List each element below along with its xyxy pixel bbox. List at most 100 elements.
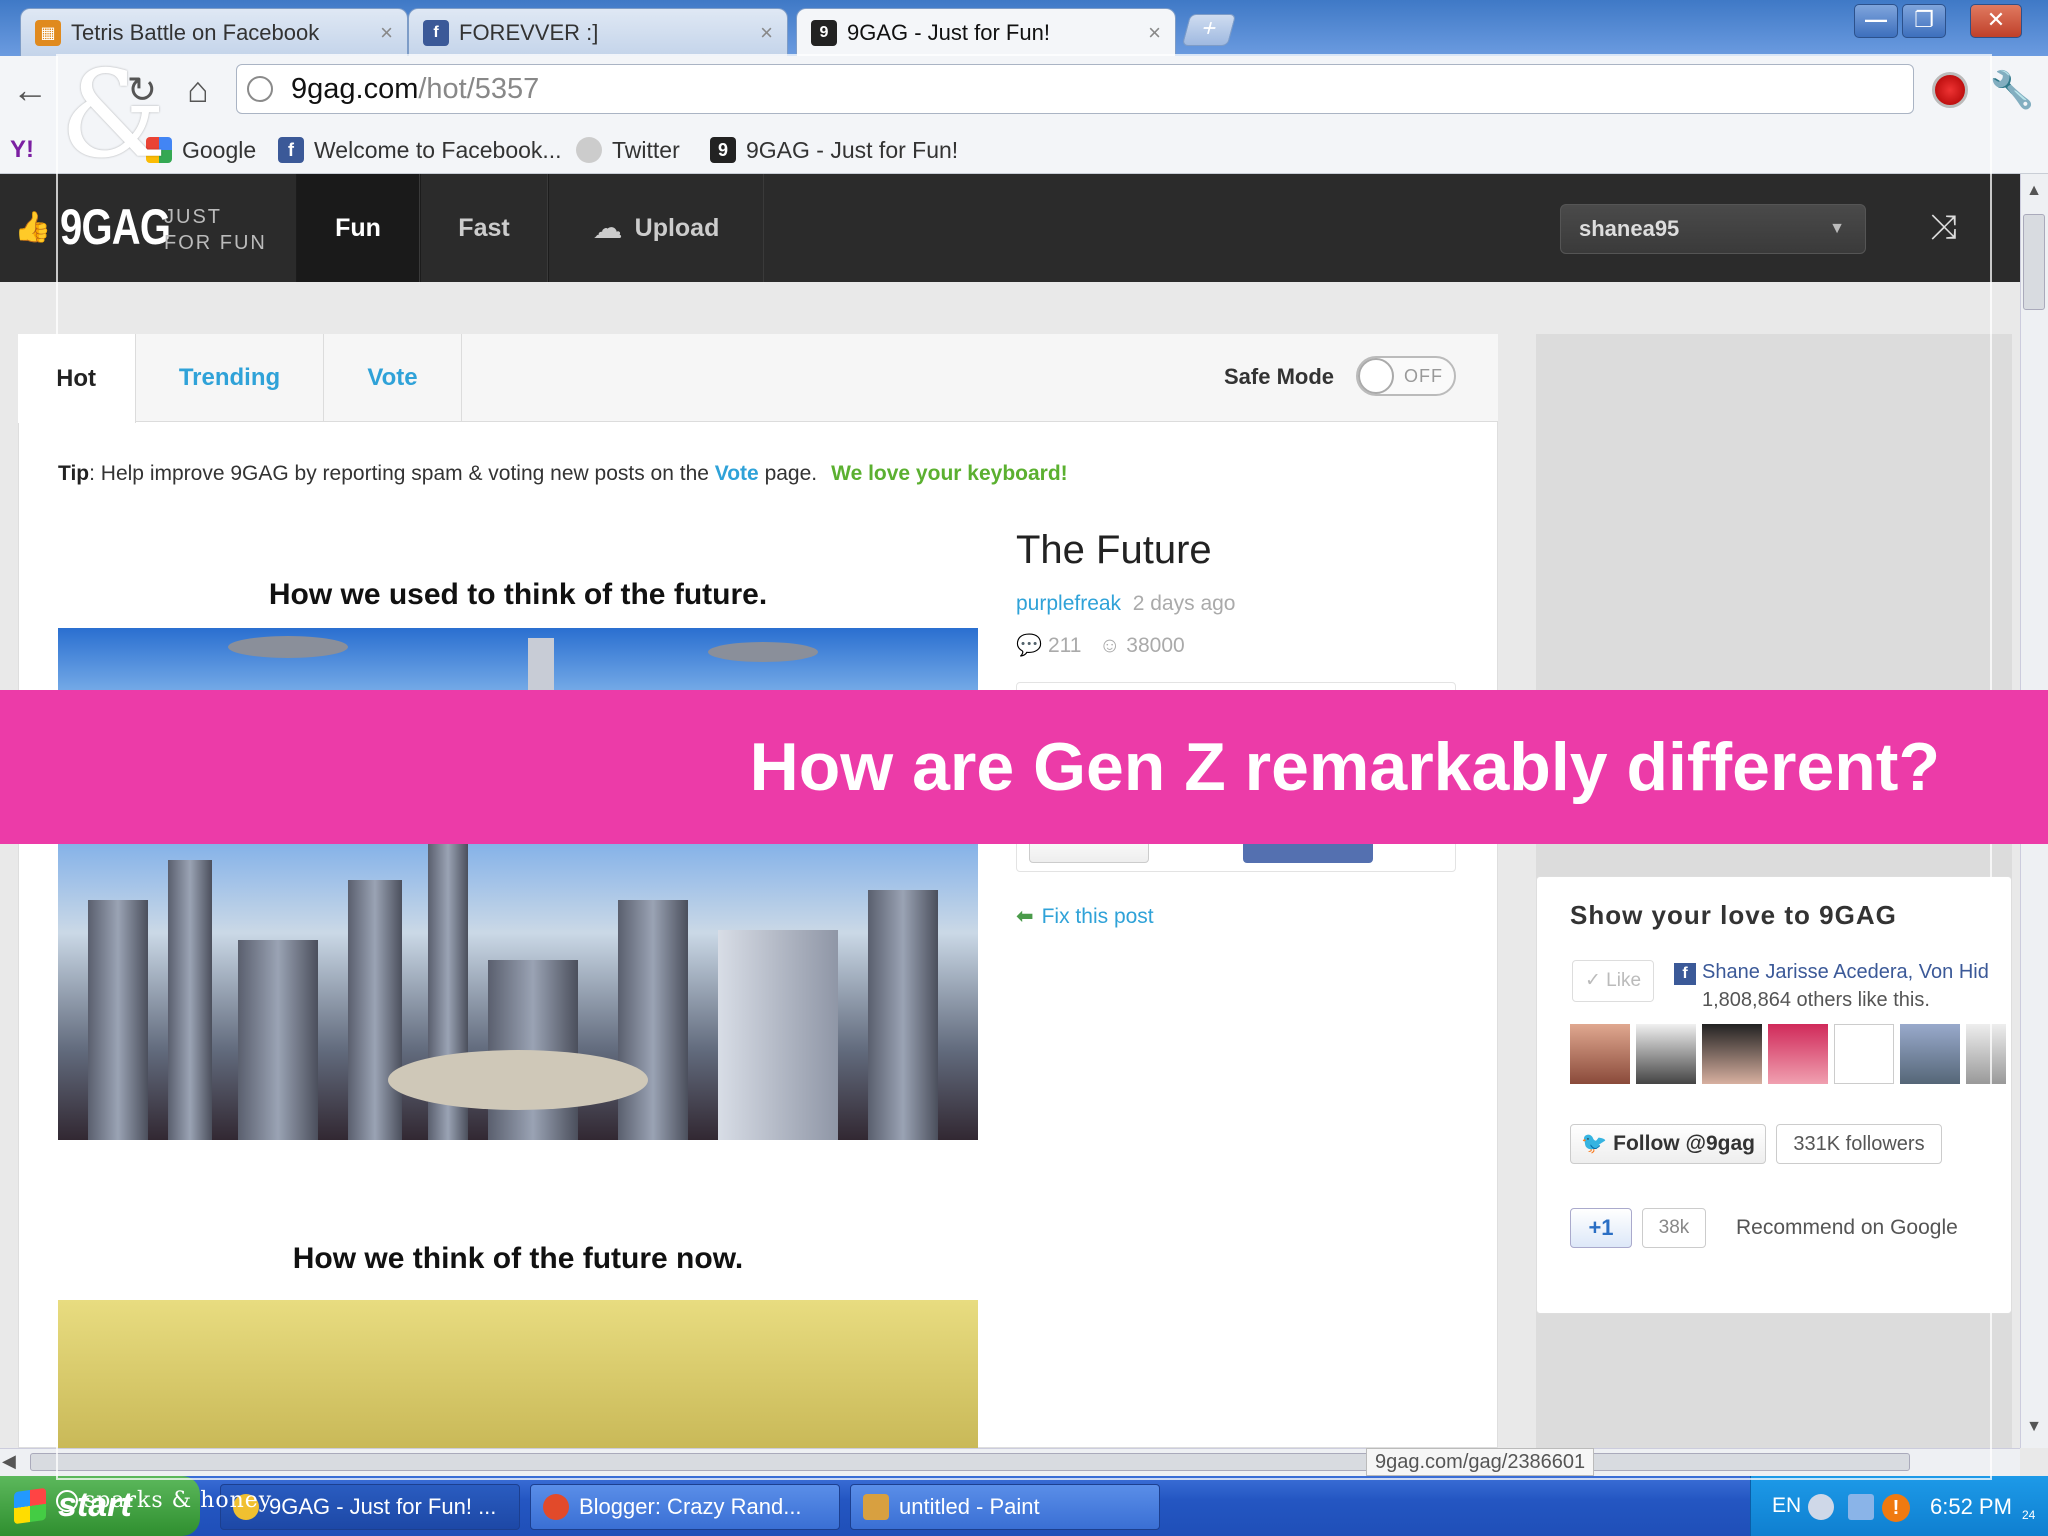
bookmark-twitter[interactable]: Twitter — [576, 132, 680, 168]
bookmark-yahoo[interactable]: Y! — [10, 132, 34, 168]
extension-record-icon[interactable] — [1932, 72, 1968, 108]
scroll-up-icon[interactable]: ▲ — [2023, 182, 2045, 206]
shuffle-icon[interactable]: ⤨ — [1930, 208, 1957, 247]
avatar[interactable] — [1900, 1024, 1960, 1084]
like-names[interactable]: Shane Jarisse Acedera, Von Hid — [1702, 961, 1989, 983]
user-dropdown[interactable]: shanea95 ▼ — [1560, 204, 1866, 254]
plus-one-count: 38k — [1642, 1208, 1706, 1248]
caption-bottom: How we think of the future now. — [292, 1242, 744, 1275]
close-tab-icon[interactable]: × — [760, 20, 773, 46]
tray-arrow-icon[interactable] — [1808, 1494, 1834, 1520]
windows-logo-icon — [14, 1487, 46, 1525]
tab-label: Tetris Battle on Facebook — [71, 19, 320, 45]
facebook-icon: f — [278, 137, 304, 163]
tab-label: FOREVVER :] — [459, 19, 599, 45]
close-window-button[interactable]: ✕ — [1970, 4, 2022, 38]
restore-button[interactable]: ❐ — [1902, 4, 1946, 38]
avatar[interactable] — [1570, 1024, 1630, 1084]
tab-trending[interactable]: Trending — [136, 334, 324, 422]
back-arrow-icon: ⬅ — [1016, 905, 1034, 928]
username: shanea95 — [1579, 216, 1680, 241]
scrollbar-thumb[interactable] — [2023, 214, 2045, 310]
new-tab-button[interactable]: + — [1181, 14, 1237, 46]
toggle-knob — [1358, 358, 1394, 394]
address-bar[interactable]: 9gag.com/hot/5357 ☆ — [236, 64, 1914, 114]
site-tagline: JUST FOR FUN — [164, 204, 267, 256]
nav-upload-label: Upload — [634, 213, 720, 242]
facebook-like-button[interactable]: ✓ Like — [1572, 960, 1654, 1002]
cloud-upload-icon: ☁ — [592, 211, 623, 245]
safe-mode-toggle[interactable]: OFF — [1356, 356, 1456, 396]
scroll-left-icon[interactable]: ◀ — [2, 1451, 16, 1472]
bookmark-facebook[interactable]: f Welcome to Facebook... — [278, 132, 562, 168]
minimize-button[interactable]: — — [1854, 4, 1898, 38]
paint-icon — [863, 1494, 889, 1520]
post-author[interactable]: purplefreak — [1016, 592, 1121, 615]
tagline-line-2: FOR FUN — [164, 232, 267, 254]
scrollbar-thumb[interactable] — [30, 1453, 1910, 1471]
language-indicator[interactable]: EN — [1772, 1494, 1801, 1518]
avatar[interactable] — [1966, 1024, 2006, 1084]
post-meta: purplefreak 2 days ago — [1016, 592, 1235, 616]
globe-icon — [576, 137, 602, 163]
google-plus-one-button[interactable]: +1 — [1570, 1208, 1632, 1248]
back-arrow-icon[interactable]: ← — [6, 66, 54, 114]
facebook-icon: f — [1674, 963, 1696, 985]
twitter-follow-button[interactable]: 🐦 Follow @9gag — [1570, 1124, 1766, 1164]
facebook-icon: f — [423, 19, 449, 46]
taskbar-item-label: 9GAG - Just for Fun! ... — [269, 1494, 497, 1519]
post-title[interactable]: The Future — [1016, 528, 1212, 573]
status-bar-url: 9gag.com/gag/2386601 — [1366, 1448, 1595, 1476]
taskbar-item-paint[interactable]: untitled - Paint — [850, 1484, 1160, 1530]
fix-post-link[interactable]: ⬅ Fix this post — [1016, 904, 1154, 929]
slide-headline: How are Gen Z remarkably different? — [749, 729, 1940, 805]
safe-mode-label: Safe Mode — [1224, 364, 1335, 389]
home-icon[interactable]: ⌂ — [174, 66, 222, 114]
warning-icon[interactable]: ! — [1882, 1494, 1910, 1522]
browser-toolbar: ← ↻ ⌂ 9gag.com/hot/5357 ☆ 🔧 — [0, 56, 2048, 126]
brand-logo-mark: & — [60, 46, 167, 185]
nav-fast[interactable]: Fast — [420, 174, 548, 282]
post-image[interactable]: How we used to think of the future. How … — [58, 538, 978, 1448]
9gag-icon: 9 — [811, 19, 837, 46]
tip-text: Tip: Help improve 9GAG by reporting spam… — [58, 462, 1068, 486]
taskbar-item-label: Blogger: Crazy Rand... — [579, 1494, 802, 1519]
keyboard-link[interactable]: We love your keyboard! — [831, 462, 1068, 485]
avatar[interactable] — [1768, 1024, 1828, 1084]
social-box-title: Show your love to 9GAG — [1570, 900, 1897, 930]
chrome-icon — [543, 1494, 569, 1520]
bookmark-9gag[interactable]: 9 9GAG - Just for Fun! — [710, 132, 958, 168]
network-icon[interactable] — [1848, 1494, 1874, 1520]
taskbar-item-blogger[interactable]: Blogger: Crazy Rand... — [530, 1484, 840, 1530]
tetris-icon: ▦ — [35, 19, 61, 46]
nav-upload[interactable]: ☁ Upload — [548, 174, 764, 282]
tab-forevver[interactable]: f FOREVVER :] × — [408, 8, 788, 56]
close-tab-icon[interactable]: × — [380, 20, 393, 46]
tab-vote[interactable]: Vote — [324, 334, 462, 422]
tip-prefix: Tip — [58, 462, 90, 485]
avatar[interactable] — [1834, 1024, 1894, 1084]
follow-label: Follow @9gag — [1613, 1132, 1755, 1155]
tab-9gag[interactable]: 9 9GAG - Just for Fun! × — [796, 8, 1176, 56]
tab-label: 9GAG - Just for Fun! — [847, 19, 1050, 45]
avatar[interactable] — [1636, 1024, 1696, 1084]
slide-number: 24 — [2022, 1508, 2036, 1522]
clock: 6:52 PM — [1930, 1494, 2012, 1519]
nav-fun[interactable]: Fun — [296, 174, 420, 282]
building-shape — [868, 890, 938, 1140]
horizontal-scrollbar[interactable]: ◀ — [0, 1448, 2020, 1476]
building-shape — [238, 940, 318, 1140]
wrench-icon[interactable]: 🔧 — [1988, 66, 2036, 114]
scroll-down-icon[interactable]: ▼ — [2023, 1418, 2045, 1442]
bookmark-label: Welcome to Facebook... — [314, 136, 562, 163]
site-logo[interactable]: 9GAG — [60, 198, 171, 256]
close-tab-icon[interactable]: × — [1148, 20, 1161, 46]
tip-vote-link[interactable]: Vote — [715, 462, 759, 485]
building-shape — [88, 900, 148, 1140]
fix-post-label: Fix this post — [1041, 905, 1154, 928]
tagline-line-1: JUST — [164, 206, 222, 228]
points-count: 38000 — [1126, 634, 1185, 657]
page-icon — [247, 76, 273, 102]
avatar[interactable] — [1702, 1024, 1762, 1084]
tab-hot[interactable]: Hot — [18, 334, 136, 423]
